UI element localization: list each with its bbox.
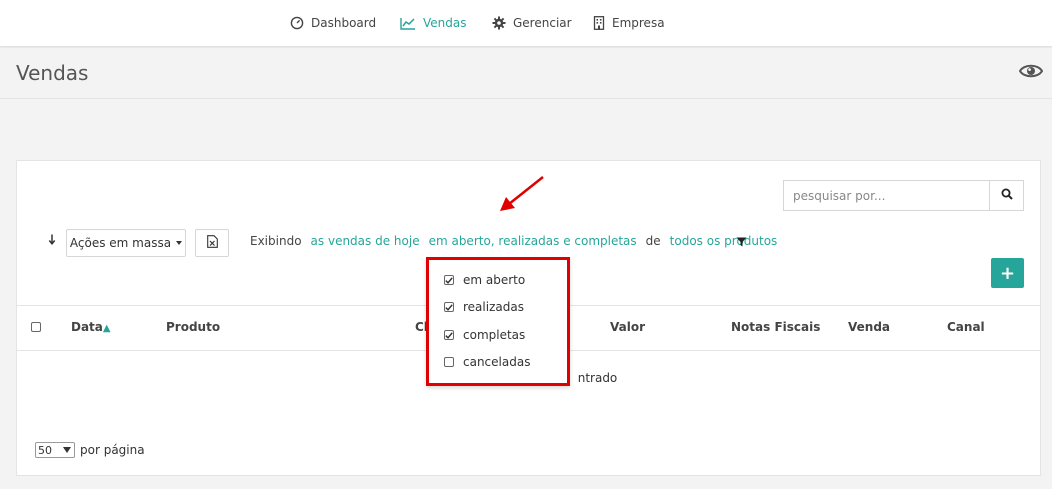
bulk-actions-button[interactable]: Ações em massa: [66, 229, 186, 257]
page-header: Vendas: [0, 48, 1052, 99]
products-filter-link[interactable]: todos os produtos: [670, 234, 778, 248]
filter-connector: de: [645, 234, 661, 248]
status-filter-popover: em aberto realizadas completas cancelada…: [426, 257, 570, 386]
per-page-label: por página: [80, 443, 145, 457]
status-option-canceladas[interactable]: canceladas: [444, 355, 530, 369]
per-page-control: 50 por página: [35, 442, 145, 458]
building-icon: [593, 16, 605, 30]
bulk-actions-label: Ações em massa: [69, 236, 172, 250]
filter-prefix: Exibindo: [250, 234, 302, 248]
nav-item-label: Vendas: [423, 16, 467, 30]
column-header-valor[interactable]: Valor: [610, 320, 645, 334]
eye-icon[interactable]: [1018, 63, 1044, 82]
line-chart-icon: [400, 17, 416, 30]
status-filter-link[interactable]: em aberto, realizadas e completas: [429, 234, 637, 248]
search-button[interactable]: [989, 181, 1023, 210]
nav-item-gerenciar[interactable]: Gerenciar: [492, 14, 572, 32]
column-header-produto[interactable]: Produto: [166, 320, 220, 334]
top-navbar: Dashboard Vendas Gerenciar Empresa: [0, 0, 1052, 47]
search-icon: [1001, 188, 1013, 203]
speedometer-icon: [290, 16, 304, 30]
status-option-em-aberto[interactable]: em aberto: [444, 273, 525, 287]
status-option-completas[interactable]: completas: [444, 328, 525, 342]
caret-down-icon: [176, 241, 183, 245]
nav-item-label: Gerenciar: [513, 16, 572, 30]
period-filter-link[interactable]: as vendas de hoje: [311, 234, 420, 248]
page-title: Vendas: [16, 61, 89, 85]
sort-direction-icon[interactable]: [48, 234, 56, 248]
popover-arrow: [490, 250, 502, 257]
column-header-notas-fiscais[interactable]: Notas Fiscais: [731, 320, 820, 334]
export-excel-button[interactable]: [195, 229, 229, 257]
checkbox-unchecked-icon[interactable]: [444, 357, 454, 367]
nav-item-label: Dashboard: [311, 16, 377, 30]
status-option-realizadas[interactable]: realizadas: [444, 300, 524, 314]
column-header-canal[interactable]: Canal: [947, 320, 985, 334]
chevron-down-icon: [63, 447, 71, 453]
excel-file-icon: [206, 235, 218, 251]
gear-icon: [492, 16, 506, 30]
select-all-checkbox[interactable]: [31, 322, 41, 332]
sort-asc-icon: ▲: [102, 323, 111, 334]
column-header-venda[interactable]: Venda: [848, 320, 890, 334]
funnel-icon[interactable]: [736, 236, 747, 250]
checkbox-checked-icon[interactable]: [444, 330, 454, 340]
nav-item-vendas[interactable]: Vendas: [400, 14, 467, 32]
per-page-select[interactable]: 50: [35, 442, 75, 458]
add-sale-button[interactable]: +: [991, 258, 1024, 288]
checkbox-checked-icon[interactable]: [444, 302, 454, 312]
search-input[interactable]: [784, 181, 990, 210]
checkbox-checked-icon[interactable]: [444, 275, 454, 285]
search-box: [783, 180, 1024, 211]
nav-item-label: Empresa: [612, 16, 665, 30]
filter-summary: Exibindo as vendas de hoje em aberto, re…: [250, 234, 777, 248]
nav-item-dashboard[interactable]: Dashboard: [290, 14, 376, 32]
column-header-data[interactable]: Data▲: [71, 320, 111, 334]
nav-item-empresa[interactable]: Empresa: [593, 14, 665, 32]
